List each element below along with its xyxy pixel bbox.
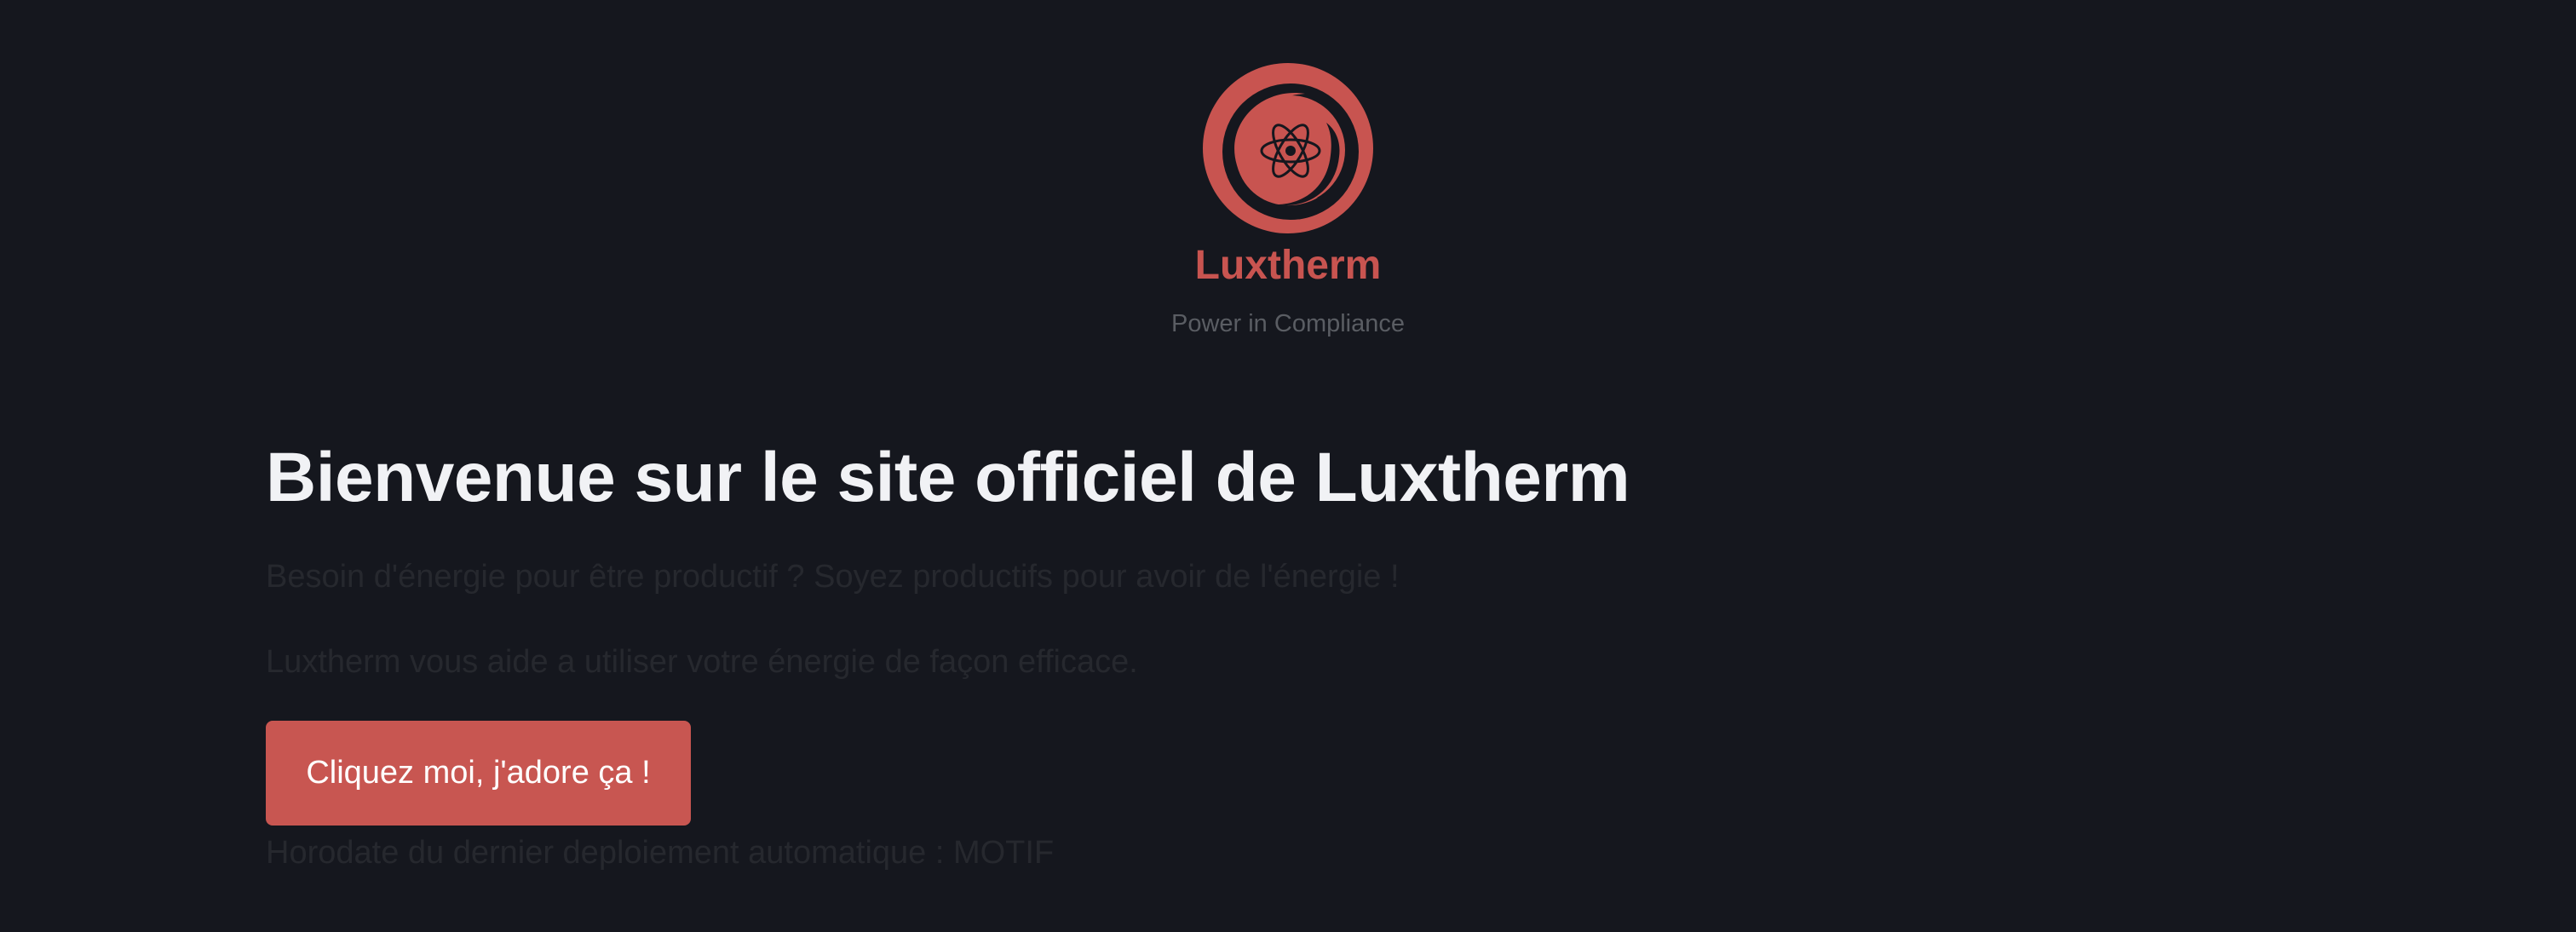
luxtherm-logo-icon: [1203, 63, 1373, 233]
cta-button[interactable]: Cliquez moi, j'adore ça !: [266, 721, 691, 826]
main-content: Bienvenue sur le site officiel de Luxthe…: [266, 431, 2310, 871]
deploy-timestamp: Horodate du dernier deploiement automati…: [266, 835, 1055, 871]
description-paragraph: Luxtherm vous aide a utiliser votre éner…: [266, 644, 1138, 680]
brand-name: Luxtherm: [1194, 243, 1382, 288]
page-title: Bienvenue sur le site officiel de Luxthe…: [266, 439, 1630, 516]
brand-tagline: Power in Compliance: [1170, 310, 1405, 337]
intro-paragraph: Besoin d'énergie pour être productif ? S…: [266, 559, 1400, 595]
